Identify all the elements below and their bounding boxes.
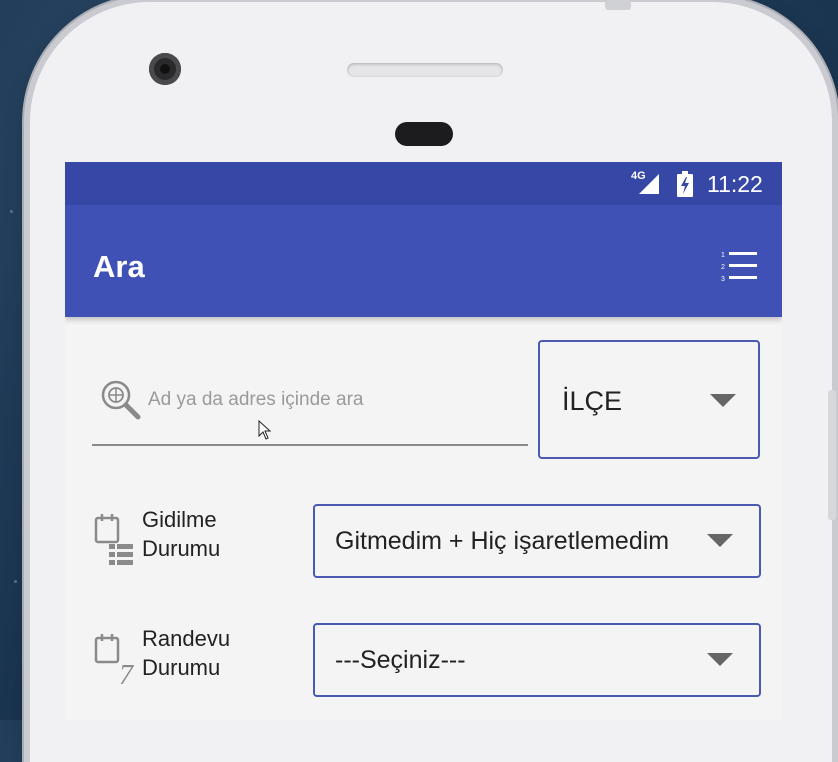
battery-charging-icon — [677, 171, 693, 197]
visit-status-select[interactable]: Gitmedim + Hiç işaretlemedim — [313, 504, 761, 578]
chevron-down-icon — [710, 394, 736, 407]
appointment-status-value: ---Seçiniz--- — [335, 646, 466, 674]
search-input[interactable] — [146, 381, 520, 419]
search-field[interactable] — [92, 367, 528, 447]
power-button — [605, 0, 631, 10]
district-select-label: İLÇE — [562, 386, 623, 416]
svg-text:3: 3 — [721, 276, 725, 283]
signal-icon — [639, 174, 659, 194]
appointment-status-select[interactable]: ---Seçiniz--- — [313, 623, 761, 697]
mouse-cursor-icon — [258, 420, 272, 440]
appointment-status-label-line2: Durumu — [142, 655, 221, 680]
appointment-status-label: Randevu Durumu — [142, 624, 230, 682]
background-star — [14, 580, 17, 583]
visit-status-label-line2: Durumu — [142, 536, 221, 561]
search-underline — [92, 444, 528, 446]
calendar-list-icon — [94, 514, 133, 565]
proximity-sensor — [395, 122, 453, 146]
front-camera — [149, 53, 181, 85]
visit-status-label-line1: Gidilme — [142, 507, 217, 532]
app-screen: 4G 11:22 Ara 1 2 3 Ad ya da adres içinde… — [65, 162, 782, 720]
chevron-down-icon — [707, 534, 733, 547]
visit-status-value: Gitmedim + Hiç işaretlemedim — [335, 527, 670, 555]
svg-text:7: 7 — [119, 660, 134, 691]
svg-text:2: 2 — [721, 264, 725, 271]
app-bar: Ara 1 2 3 — [65, 205, 782, 317]
status-time: 11:22 — [707, 171, 763, 197]
search-icon — [101, 380, 141, 420]
visit-status-label: Gidilme Durumu — [142, 505, 220, 563]
calendar-7-icon: 7 — [94, 634, 134, 691]
svg-text:1: 1 — [721, 252, 725, 259]
status-bar: 4G 11:22 — [65, 162, 782, 205]
chevron-down-icon — [707, 653, 733, 666]
earpiece-speaker — [347, 63, 503, 77]
page-title: Ara — [93, 249, 145, 284]
appointment-status-label-line1: Randevu — [142, 626, 231, 651]
numbered-list-icon[interactable]: 1 2 3 — [720, 249, 760, 285]
background-star — [10, 210, 13, 213]
volume-button — [828, 390, 836, 520]
district-select[interactable]: İLÇE — [538, 340, 760, 459]
